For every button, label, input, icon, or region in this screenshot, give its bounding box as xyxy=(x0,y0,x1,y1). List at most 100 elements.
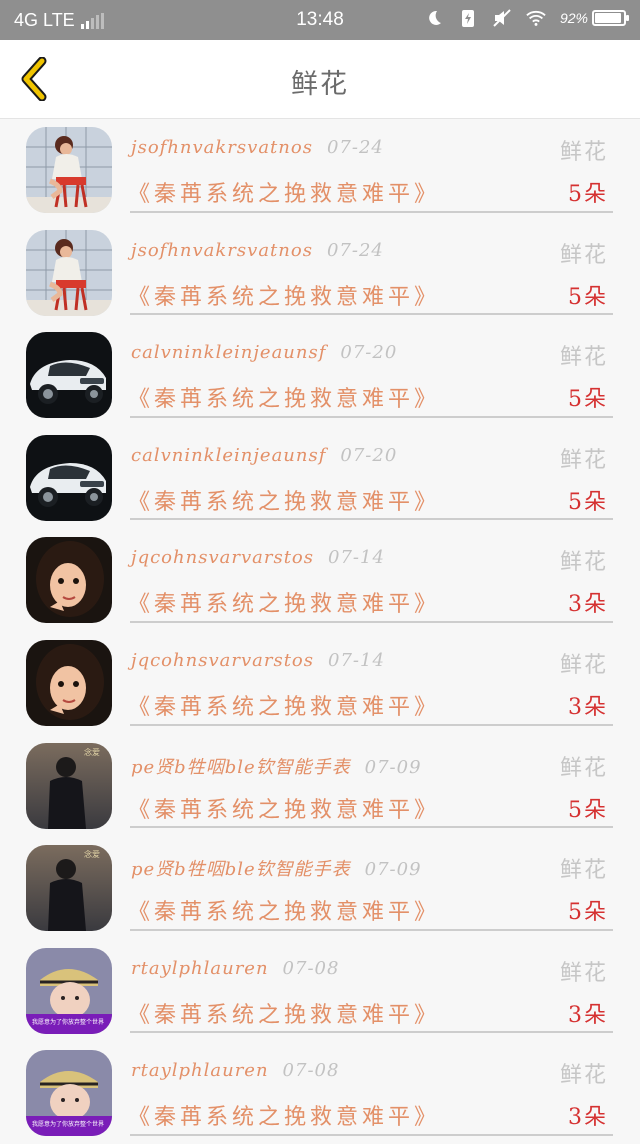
mute-icon xyxy=(492,8,512,28)
gift-type: 鲜花 xyxy=(559,960,608,986)
gift-type: 鲜花 xyxy=(559,345,608,371)
user-name-text: jsofhnvakrsvatnos xyxy=(131,137,313,158)
gift-date: 07-24 xyxy=(326,137,384,158)
gift-date: 07-20 xyxy=(340,444,398,466)
status-bar: 4G LTE 13:48 92% xyxy=(0,0,640,40)
battery-icon xyxy=(592,10,629,26)
page-title: 鲜花 xyxy=(291,69,349,100)
list-item[interactable]: jqcohnsvarvarstos 07-14 鲜花《秦苒系统之挽救意难平》 3朵 xyxy=(0,528,640,631)
book-title: 《秦苒系统之挽救意难平》 xyxy=(128,797,441,823)
user-name: pe贤b牲咽ble钦智能手表 07-09 xyxy=(131,753,422,779)
user-name: jqcohnsvarvarstos 07-14 xyxy=(131,547,385,568)
user-name-text: jqcohnsvarvarstos xyxy=(131,649,314,671)
user-name: calvninkleinjeaunsf 07-20 xyxy=(131,342,397,363)
divider xyxy=(130,313,613,316)
avatar[interactable] xyxy=(26,434,112,521)
list-item[interactable]: jsofhnvakrsvatnos 07-24 鲜花《秦苒系统之挽救意难平》 5朵 xyxy=(0,221,640,324)
gift-date: 07-24 xyxy=(326,239,384,261)
svg-text:念爱: 念爱 xyxy=(84,849,100,859)
user-name: jsofhnvakrsvatnos 07-24 xyxy=(131,240,384,261)
avatar[interactable]: 我愿意为了你放弃整个世界 xyxy=(26,1050,112,1137)
gift-count: 5朵 xyxy=(568,284,608,310)
moon-icon xyxy=(424,8,444,28)
gift-count: 3朵 xyxy=(568,1002,608,1028)
battery-saver-icon xyxy=(458,8,478,28)
user-name-text: jsofhnvakrsvatnos xyxy=(131,239,313,261)
gift-date: 07-14 xyxy=(328,547,385,569)
book-title: 《秦苒系统之挽救意难平》 xyxy=(128,1002,441,1028)
gift-count: 5朵 xyxy=(568,797,608,823)
list-item[interactable]: calvninkleinjeaunsf 07-20 鲜花《秦苒系统之挽救意难平》 5朵 xyxy=(0,426,640,529)
svg-text:我愿意为了你放弃整个世界: 我愿意为了你放弃整个世界 xyxy=(32,1120,104,1128)
battery-percent: 92% xyxy=(559,10,588,26)
book-title: 《秦苒系统之挽救意难平》 xyxy=(128,592,441,618)
avatar[interactable] xyxy=(26,127,112,213)
avatar[interactable]: 我愿意为了你放弃整个世界 xyxy=(26,947,112,1034)
user-name: rtaylphlauren 07-08 xyxy=(131,958,339,979)
wifi-icon xyxy=(526,8,546,28)
divider xyxy=(130,928,613,931)
avatar[interactable] xyxy=(26,639,112,726)
book-title: 《秦苒系统之挽救意难平》 xyxy=(128,489,441,515)
user-name: jqcohnsvarvarstos 07-14 xyxy=(131,650,385,671)
gift-type: 鲜花 xyxy=(559,858,608,884)
book-title: 《秦苒系统之挽救意难平》 xyxy=(128,900,441,926)
book-title: 《秦苒系统之挽救意难平》 xyxy=(128,284,441,310)
nav-header: 鲜花 xyxy=(0,40,640,119)
gift-type: 鲜花 xyxy=(559,242,608,268)
book-title: 《秦苒系统之挽救意难平》 xyxy=(128,1105,441,1131)
book-title: 《秦苒系统之挽救意难平》 xyxy=(128,387,441,413)
divider xyxy=(130,723,613,726)
svg-text:念爱: 念爱 xyxy=(84,747,100,757)
gift-date: 07-08 xyxy=(282,957,340,979)
list-item[interactable]: jqcohnsvarvarstos 07-14 鲜花《秦苒系统之挽救意难平》 3朵 xyxy=(0,631,640,734)
divider xyxy=(130,1133,613,1136)
user-name: calvninkleinjeaunsf 07-20 xyxy=(131,445,397,466)
book-title: 《秦苒系统之挽救意难平》 xyxy=(128,182,441,207)
user-name-text: rtaylphlauren xyxy=(131,957,269,979)
gift-count: 3朵 xyxy=(568,694,608,720)
list-item[interactable]: calvninkleinjeaunsf 07-20 鲜花《秦苒系统之挽救意难平》 5朵 xyxy=(0,323,640,426)
gift-count: 5朵 xyxy=(568,387,608,413)
list-item[interactable]: jsofhnvakrsvatnos 07-24 鲜花 《秦苒系统之挽救意难平》 5朵 xyxy=(0,118,640,221)
list-item[interactable]: 我愿意为了你放弃整个世界 rtaylphlauren 07-08 鲜花《秦苒系统之挽救… xyxy=(0,939,640,1042)
gift-count: 3朵 xyxy=(568,1105,608,1131)
book-title: 《秦苒系统之挽救意难平》 xyxy=(128,694,441,720)
divider xyxy=(130,826,613,829)
svg-text:我愿意为了你放弃整个世界: 我愿意为了你放弃整个世界 xyxy=(32,1018,104,1026)
user-name-text: rtaylphlauren xyxy=(131,1060,269,1082)
user-name: pe贤b牲咽ble钦智能手表 07-09 xyxy=(131,855,422,881)
divider xyxy=(130,210,613,213)
gift-list: jsofhnvakrsvatnos 07-24 鲜花 《秦苒系统之挽救意难平》 5朵 js… xyxy=(0,118,640,1144)
avatar[interactable] xyxy=(26,229,112,316)
list-item[interactable]: 念爱 pe贤b牲咽ble钦智能手表 07-09 鲜花《秦苒系统之挽救意难平》 5朵 xyxy=(0,734,640,837)
user-name-text: calvninkleinjeaunsf xyxy=(131,342,327,364)
list-item[interactable]: 我愿意为了你放弃整个世界 rtaylphlauren 07-08 鲜花《秦苒系统之挽救… xyxy=(0,1041,640,1144)
gift-date: 07-20 xyxy=(340,342,398,364)
divider xyxy=(130,620,613,623)
gift-type: 鲜花 xyxy=(559,755,608,781)
user-name-text: pe贤b牲咽ble钦智能手表 xyxy=(131,756,351,778)
list-item[interactable]: 念爱 pe贤b牲咽ble钦智能手表 07-09 鲜花《秦苒系统之挽救意难平》 5朵 xyxy=(0,836,640,939)
avatar[interactable]: 念爱 xyxy=(26,742,112,829)
gift-type: 鲜花 xyxy=(559,550,608,576)
user-name: jsofhnvakrsvatnos 07-24 xyxy=(131,137,384,158)
gift-type: 鲜花 xyxy=(559,652,608,678)
avatar[interactable] xyxy=(26,332,112,419)
gift-count: 3朵 xyxy=(568,592,608,618)
battery-indicator: 92% xyxy=(559,10,629,26)
gift-date: 07-08 xyxy=(282,1060,340,1082)
avatar[interactable]: 念爱 xyxy=(26,845,112,932)
gift-count: 5朵 xyxy=(568,900,608,926)
gift-count: 5朵 xyxy=(568,489,608,515)
user-name: rtaylphlauren 07-08 xyxy=(131,1060,339,1081)
avatar[interactable] xyxy=(26,537,112,624)
divider xyxy=(130,1031,613,1034)
gift-type: 鲜花 xyxy=(559,447,608,473)
gift-type: 鲜花 xyxy=(559,1063,608,1089)
user-name-text: pe贤b牲咽ble钦智能手表 xyxy=(131,859,351,881)
divider xyxy=(130,518,613,521)
user-name-text: jqcohnsvarvarstos xyxy=(131,547,314,569)
gift-date: 07-09 xyxy=(364,859,422,881)
user-name-text: calvninkleinjeaunsf xyxy=(131,444,327,466)
